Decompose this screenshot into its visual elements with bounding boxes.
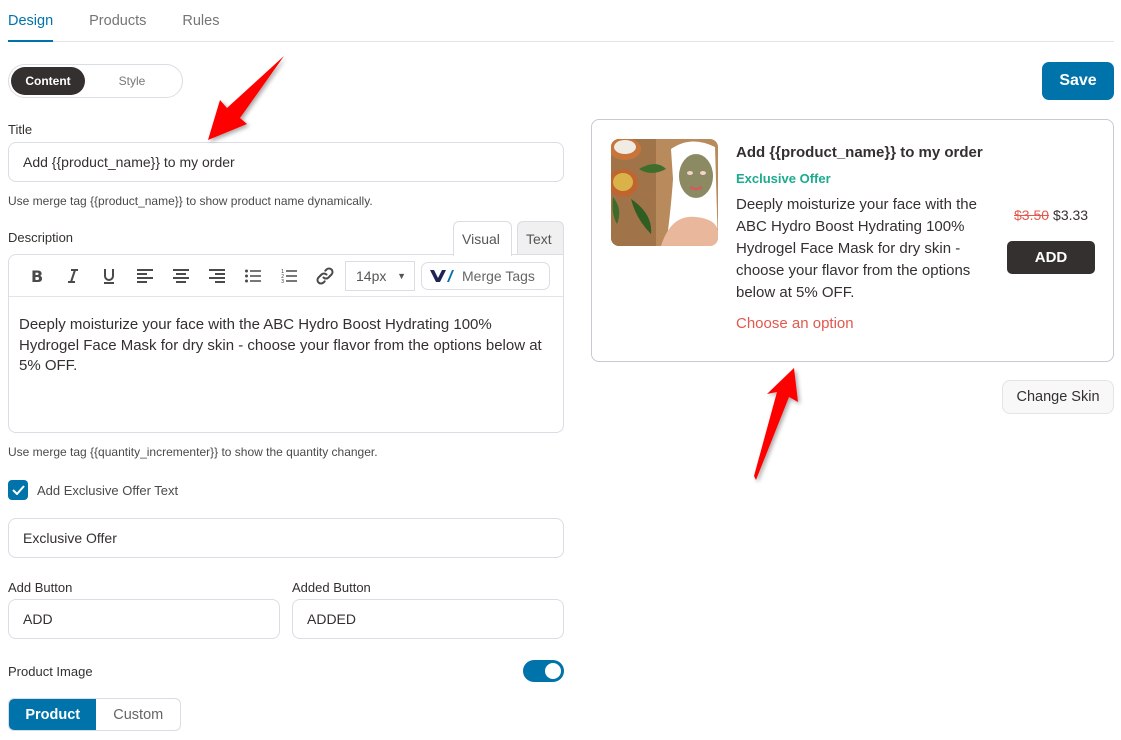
editor-toolbar: B 123 14px ▼ Merge Tags bbox=[9, 255, 563, 297]
top-tabs: Design Products Rules bbox=[8, 0, 1114, 42]
toggle-knob bbox=[545, 663, 561, 679]
preview-add-button[interactable]: ADD bbox=[1007, 241, 1095, 274]
preview-description: Deeply moisturize your face with the ABC… bbox=[736, 196, 977, 301]
title-hint: Use merge tag {{product_name}} to show p… bbox=[8, 194, 373, 208]
preview-new-price: $3.33 bbox=[1053, 207, 1089, 223]
link-icon[interactable] bbox=[307, 262, 343, 290]
description-hint: Use merge tag {{quantity_incrementer}} t… bbox=[8, 445, 378, 459]
tab-rules[interactable]: Rules bbox=[182, 0, 219, 42]
product-image bbox=[611, 139, 718, 246]
svg-text:B: B bbox=[31, 268, 43, 284]
change-skin-button[interactable]: Change Skin bbox=[1002, 380, 1114, 414]
preview-choose-option-link[interactable]: Choose an option bbox=[736, 315, 854, 332]
align-right-icon[interactable] bbox=[199, 262, 235, 290]
product-image-label: Product Image bbox=[8, 664, 93, 679]
order-bump-preview: Add {{product_name}} to my order Exclusi… bbox=[591, 119, 1114, 362]
editor-tab-visual[interactable]: Visual bbox=[453, 221, 512, 256]
chevron-down-icon: ▼ bbox=[397, 270, 406, 281]
add-button-label: Add Button bbox=[8, 580, 73, 595]
svg-text:3: 3 bbox=[281, 279, 284, 284]
exclusive-offer-checkbox[interactable] bbox=[8, 480, 28, 500]
add-button-text-input[interactable]: ADD bbox=[8, 599, 280, 639]
bold-icon[interactable]: B bbox=[19, 262, 55, 290]
exclusive-offer-input[interactable]: Exclusive Offer bbox=[8, 518, 564, 558]
editor-tab-text[interactable]: Text bbox=[517, 221, 564, 255]
numbered-list-icon[interactable]: 123 bbox=[271, 262, 307, 290]
product-image-toggle[interactable] bbox=[523, 660, 564, 682]
underline-icon[interactable] bbox=[91, 262, 127, 290]
preview-title: Add {{product_name}} to my order bbox=[736, 144, 983, 161]
annotation-arrow-icon bbox=[754, 368, 798, 480]
merge-tags-label: Merge Tags bbox=[462, 267, 535, 284]
style-toggle-button[interactable]: Style bbox=[85, 67, 179, 95]
preview-old-price: $3.50 bbox=[1014, 207, 1050, 223]
description-label: Description bbox=[8, 230, 74, 245]
title-label: Title bbox=[8, 122, 33, 137]
check-icon bbox=[11, 485, 25, 495]
align-center-icon[interactable] bbox=[163, 262, 199, 290]
italic-icon[interactable] bbox=[55, 262, 91, 290]
description-editor: B 123 14px ▼ Merge Tags Deeply moisturiz… bbox=[8, 254, 564, 433]
image-source-product-button[interactable]: Product bbox=[9, 699, 97, 730]
added-button-label: Added Button bbox=[292, 580, 371, 595]
align-left-icon[interactable] bbox=[127, 262, 163, 290]
tab-products[interactable]: Products bbox=[89, 0, 146, 42]
content-style-toggle: Content Style bbox=[8, 64, 183, 98]
content-toggle-button[interactable]: Content bbox=[11, 67, 85, 95]
title-input[interactable]: Add {{product_name}} to my order bbox=[8, 142, 564, 182]
font-size-select[interactable]: 14px ▼ bbox=[345, 260, 415, 291]
annotation-arrow-icon bbox=[208, 56, 284, 140]
merge-tags-button[interactable]: Merge Tags bbox=[421, 261, 550, 290]
save-button[interactable]: Save bbox=[1042, 62, 1114, 100]
exclusive-offer-checkbox-label: Add Exclusive Offer Text bbox=[37, 483, 179, 498]
preview-exclusive-offer: Exclusive Offer bbox=[736, 171, 831, 186]
image-source-custom-button[interactable]: Custom bbox=[96, 699, 180, 730]
preview-price: $3.50 $3.33 bbox=[1014, 207, 1088, 223]
product-image-source-toggle: Product Custom bbox=[8, 698, 181, 731]
font-size-value: 14px bbox=[356, 267, 387, 284]
bullet-list-icon[interactable] bbox=[235, 262, 271, 290]
tab-design[interactable]: Design bbox=[8, 0, 54, 42]
description-editor-content[interactable]: Deeply moisturize your face with the ABC… bbox=[9, 297, 563, 377]
merge-tags-logo-icon bbox=[430, 269, 454, 283]
added-button-text-input[interactable]: ADDED bbox=[292, 599, 564, 639]
